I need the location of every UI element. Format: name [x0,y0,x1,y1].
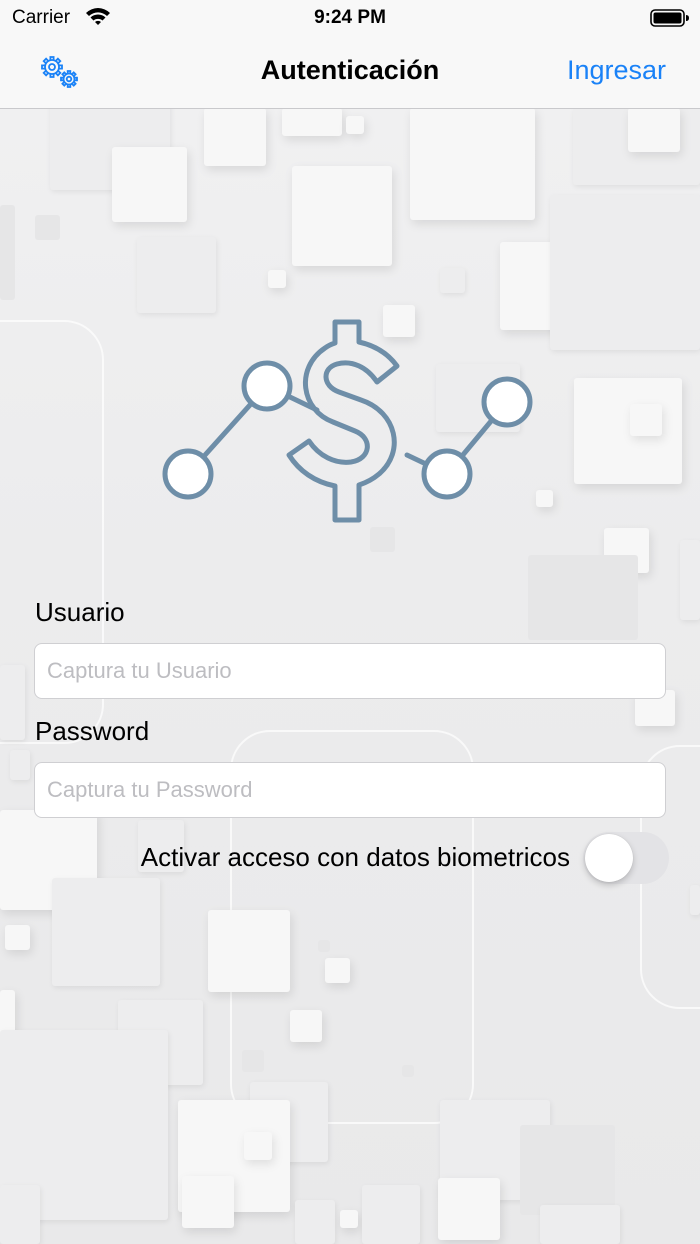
battery-icon [650,9,689,27]
dollar-network-logo [162,319,533,523]
toggle-knob [585,834,633,882]
login-button[interactable]: Ingresar [567,55,666,86]
status-bar: Carrier 9:24 PM [0,0,700,36]
clock: 9:24 PM [314,7,386,28]
username-label: Usuario [35,597,125,627]
biometric-toggle-label: Activar acceso con datos biometricos [140,842,570,872]
password-field[interactable] [34,762,666,818]
password-label: Password [35,716,150,746]
username-field[interactable] [34,643,666,699]
password-input[interactable] [35,763,665,817]
username-input[interactable] [35,644,665,698]
navigation-bar: Autenticación Ingresar [0,36,700,109]
biometric-toggle[interactable] [583,832,669,884]
